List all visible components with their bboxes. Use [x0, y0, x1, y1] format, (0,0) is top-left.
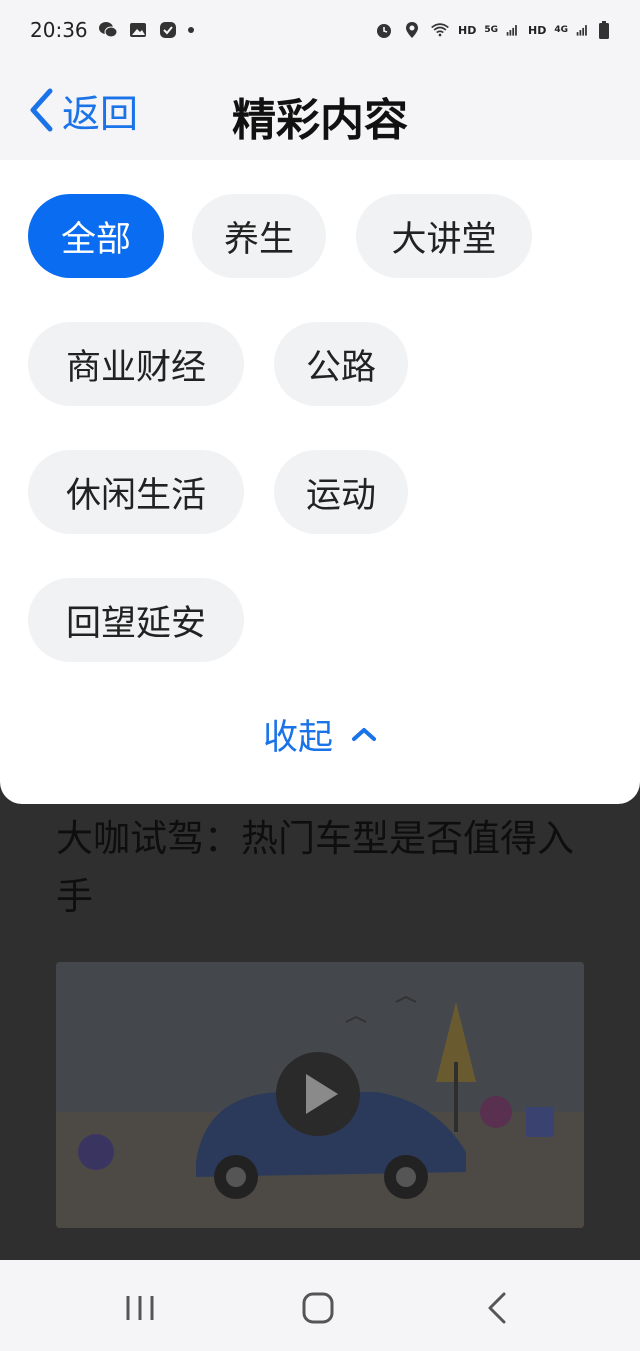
chip-label: 养生: [223, 219, 294, 260]
alarm-icon: [377, 24, 391, 38]
category-chip-highway[interactable]: 公路: [274, 322, 408, 406]
status-right: HD 5G HD 4G: [374, 20, 610, 40]
wifi-icon: [431, 23, 449, 37]
category-sheet: 全部 养生 大讲堂 商业财经 公路 休闲生活 运动 回望延安 收起: [0, 160, 640, 804]
status-time: 20:36: [30, 18, 88, 42]
signal-icon: [506, 25, 517, 36]
category-chip-business[interactable]: 商业财经: [28, 322, 244, 406]
status-left: 20:36: [30, 18, 194, 42]
collapse-button[interactable]: 收起: [0, 710, 640, 758]
hd-label-2: HD: [528, 23, 547, 37]
system-nav-bar: [0, 1260, 640, 1351]
category-chip-lecture[interactable]: 大讲堂: [356, 194, 532, 278]
hd-label-1: HD: [458, 23, 477, 37]
thumbnail-illustration: [56, 962, 584, 1228]
category-chip-leisure[interactable]: 休闲生活: [28, 450, 244, 534]
chip-label: 休闲生活: [65, 475, 206, 516]
category-chip-health[interactable]: 养生: [192, 194, 326, 278]
header: 返回 精彩内容: [0, 60, 640, 160]
video-thumbnail[interactable]: [56, 962, 584, 1228]
battery-icon: [599, 21, 609, 39]
location-icon: [406, 22, 418, 38]
home-icon[interactable]: [298, 1288, 338, 1328]
article-title[interactable]: 大咖试驾：热门车型是否值得入手: [56, 810, 576, 926]
dot-icon: [187, 27, 194, 33]
back-nav-icon[interactable]: [478, 1288, 518, 1328]
status-bar: 20:36 HD 5G HD 4G: [0, 0, 640, 60]
collapse-label: 收起: [262, 717, 333, 758]
category-chip-all[interactable]: 全部: [28, 194, 164, 278]
network-5g: 5G: [484, 25, 498, 35]
wechat-icon: [98, 22, 118, 38]
chip-label: 全部: [60, 219, 131, 260]
signal-icon-2: [576, 25, 587, 36]
category-chip-yanan[interactable]: 回望延安: [28, 578, 244, 662]
network-4g: 4G: [554, 25, 568, 35]
check-app-icon: [159, 22, 176, 38]
chip-label: 商业财经: [65, 347, 206, 388]
page-title: 精彩内容: [232, 95, 408, 146]
chip-label: 公路: [305, 347, 376, 388]
gallery-icon: [129, 23, 146, 37]
chip-label: 回望延安: [65, 603, 206, 644]
chip-label: 大讲堂: [391, 219, 497, 260]
chevron-up-icon: [352, 728, 376, 741]
category-chip-sports[interactable]: 运动: [274, 450, 408, 534]
chip-label: 运动: [305, 475, 376, 516]
recents-icon[interactable]: [120, 1288, 160, 1328]
